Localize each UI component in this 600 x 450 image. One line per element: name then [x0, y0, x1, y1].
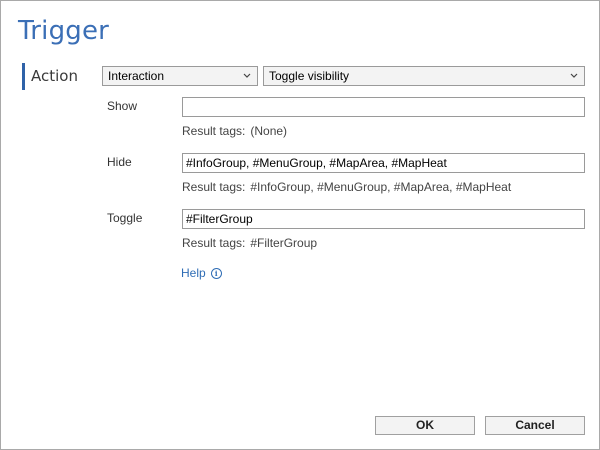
ok-button[interactable]: OK: [375, 416, 475, 435]
hide-label: Hide: [107, 155, 132, 169]
chevron-down-icon: [243, 73, 251, 78]
hide-result-label: Result tags:: [182, 180, 246, 194]
show-result-tags: Result tags: (None): [182, 124, 287, 138]
toggle-result-tags: Result tags: #FilterGroup: [182, 236, 317, 250]
help-label: Help: [181, 266, 206, 280]
show-input[interactable]: [182, 97, 585, 117]
help-link[interactable]: Help i: [181, 266, 222, 280]
show-result-value: (None): [250, 124, 288, 138]
toggle-label: Toggle: [107, 211, 143, 225]
show-label: Show: [107, 99, 138, 113]
info-icon: i: [210, 267, 222, 279]
hide-input[interactable]: #InfoGroup, #MenuGroup, #MapArea, #MapHe…: [182, 153, 585, 173]
action-type-value: Interaction: [108, 69, 165, 83]
hide-result-tags: Result tags: #InfoGroup, #MenuGroup, #Map…: [182, 180, 511, 194]
trigger-dialog: Trigger Action Interaction Toggle visibi…: [0, 0, 600, 450]
toggle-input[interactable]: #FilterGroup: [182, 209, 585, 229]
action-section-marker: [22, 63, 25, 90]
action-behavior-value: Toggle visibility: [269, 69, 350, 83]
toggle-result-value: #FilterGroup: [250, 236, 318, 250]
chevron-down-icon: [570, 73, 578, 78]
action-label: Action: [31, 67, 78, 85]
dialog-title: Trigger: [18, 16, 110, 46]
action-behavior-select[interactable]: Toggle visibility: [263, 66, 585, 86]
action-type-select[interactable]: Interaction: [102, 66, 258, 86]
cancel-button[interactable]: Cancel: [485, 416, 585, 435]
show-result-label: Result tags:: [182, 124, 246, 138]
hide-result-value: #InfoGroup, #MenuGroup, #MapArea, #MapHe…: [250, 180, 512, 194]
toggle-result-label: Result tags:: [182, 236, 246, 250]
